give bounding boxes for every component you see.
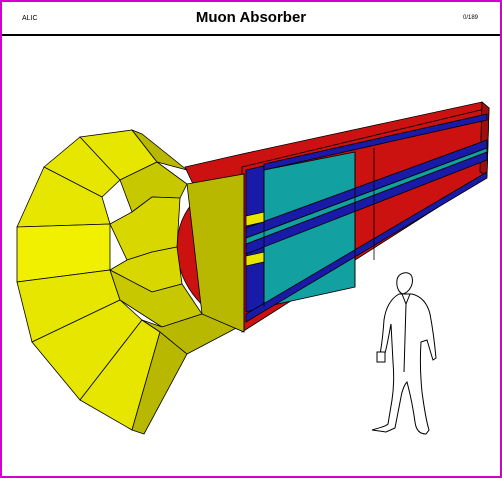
human-scale-figure [371, 272, 437, 435]
absorber-diagram [16, 101, 490, 435]
header-bar: ALIC Muon Absorber 0/189 [2, 2, 500, 36]
figure-frame: ALIC Muon Absorber 0/189 [0, 0, 502, 478]
tube-end-cap [479, 101, 490, 177]
page-code-label: 0/189 [462, 15, 478, 21]
page-title: Muon Absorber [195, 9, 307, 26]
